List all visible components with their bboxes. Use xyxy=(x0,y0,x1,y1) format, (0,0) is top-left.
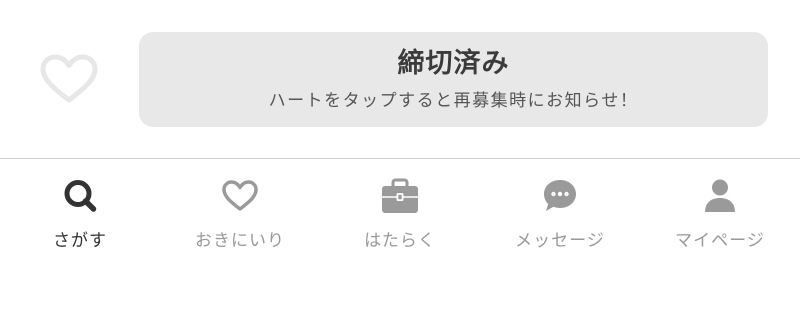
closed-status-title: 締切済み xyxy=(397,48,510,79)
tab-favorites-label: おきにいり xyxy=(195,231,285,251)
closed-status-message: ハートをタップすると再募集時にお知らせ！ xyxy=(268,91,639,111)
search-icon xyxy=(60,176,100,216)
tab-messages-label: メッセージ xyxy=(515,231,605,251)
tab-messages[interactable]: メッセージ xyxy=(480,159,640,269)
bottom-tab-bar: さがす おきにいり はたらく メッセージ マイページ xyxy=(0,159,800,269)
tab-favorites[interactable]: おきにいり xyxy=(160,159,320,269)
tab-search-label: さがす xyxy=(53,231,107,251)
tab-mypage-label: マイページ xyxy=(675,231,765,251)
chat-bubble-icon xyxy=(540,176,580,216)
tab-work-label: はたらく xyxy=(364,231,436,251)
tab-work[interactable]: はたらく xyxy=(320,159,480,269)
job-detail-screen: 締切済み ハートをタップすると再募集時にお知らせ！ さがす おきにいり はたらく… xyxy=(0,0,800,324)
closed-status-box: 締切済み ハートをタップすると再募集時にお知らせ！ xyxy=(139,32,768,127)
person-icon xyxy=(700,176,740,216)
apply-action-bar: 締切済み ハートをタップすると再募集時にお知らせ！ xyxy=(0,0,800,158)
tab-mypage[interactable]: マイページ xyxy=(640,159,800,269)
tab-search[interactable]: さがす xyxy=(0,159,160,269)
briefcase-icon xyxy=(380,176,420,216)
favorite-button[interactable] xyxy=(38,52,100,106)
heart-icon xyxy=(220,176,260,216)
heart-outline-icon xyxy=(40,54,98,103)
